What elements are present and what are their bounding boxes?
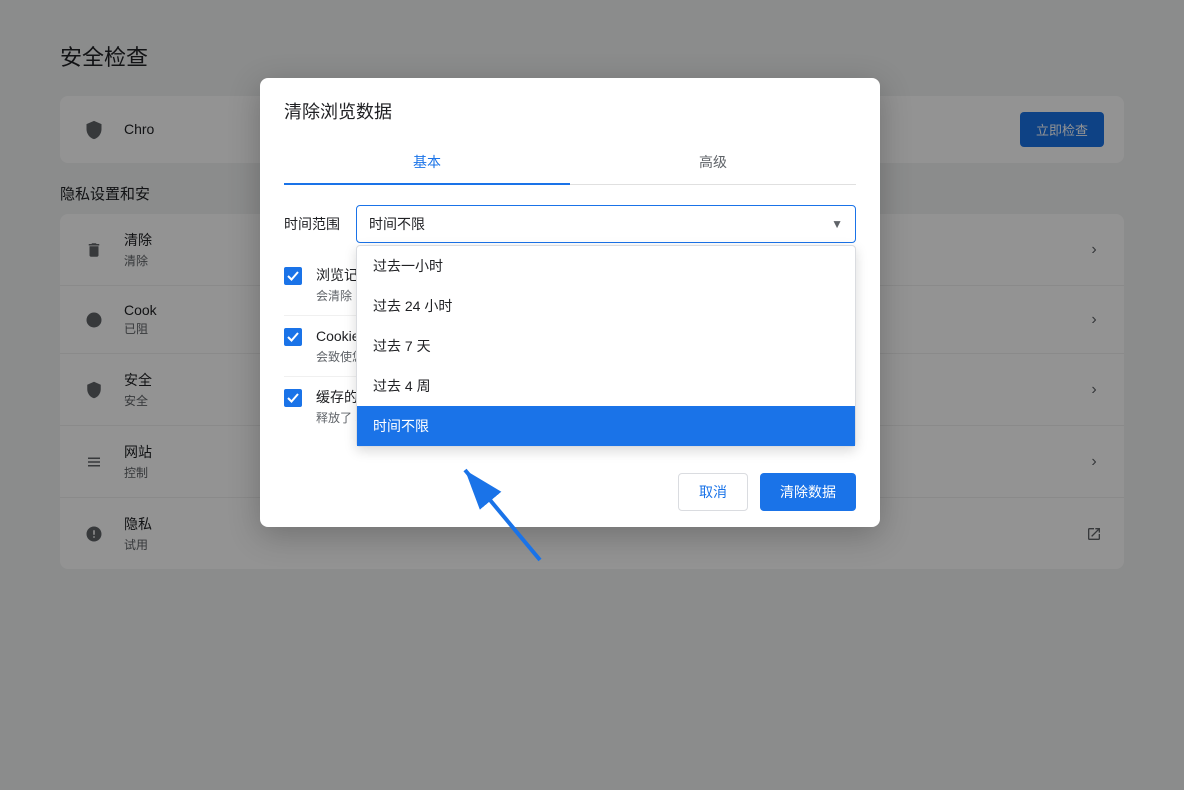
clear-browsing-dialog: 清除浏览数据 基本 高级 时间范围 时间不限 ▼ 过去一小时 过去 24 小时 … (260, 78, 880, 527)
select-display[interactable]: 时间不限 ▼ (356, 205, 856, 243)
cancel-button[interactable]: 取消 (678, 473, 748, 511)
cookies-checkbox[interactable] (284, 328, 302, 346)
history-checkbox[interactable] (284, 267, 302, 285)
clear-data-button[interactable]: 清除数据 (760, 473, 856, 511)
option-7d[interactable]: 过去 7 天 (357, 326, 855, 366)
cache-checkbox[interactable] (284, 389, 302, 407)
option-1h[interactable]: 过去一小时 (357, 246, 855, 286)
dialog-body: 时间范围 时间不限 ▼ 过去一小时 过去 24 小时 过去 7 天 过去 4 周… (260, 185, 880, 457)
selected-option: 时间不限 (369, 214, 425, 234)
dialog-footer: 取消 清除数据 (260, 457, 880, 527)
dialog-title: 清除浏览数据 (284, 98, 856, 124)
option-4w[interactable]: 过去 4 周 (357, 366, 855, 406)
tab-basic[interactable]: 基本 (284, 140, 570, 184)
time-range-dropdown: 过去一小时 过去 24 小时 过去 7 天 过去 4 周 时间不限 (356, 245, 856, 447)
dialog-header: 清除浏览数据 基本 高级 (260, 78, 880, 185)
option-24h[interactable]: 过去 24 小时 (357, 286, 855, 326)
time-range-select[interactable]: 时间不限 ▼ 过去一小时 过去 24 小时 过去 7 天 过去 4 周 时间不限 (356, 205, 856, 243)
chevron-down-icon: ▼ (831, 217, 843, 231)
dialog-tabs: 基本 高级 (284, 140, 856, 185)
tab-advanced[interactable]: 高级 (570, 140, 856, 184)
time-range-row: 时间范围 时间不限 ▼ 过去一小时 过去 24 小时 过去 7 天 过去 4 周… (284, 205, 856, 243)
option-all[interactable]: 时间不限 (357, 406, 855, 446)
time-range-label: 时间范围 (284, 214, 340, 234)
